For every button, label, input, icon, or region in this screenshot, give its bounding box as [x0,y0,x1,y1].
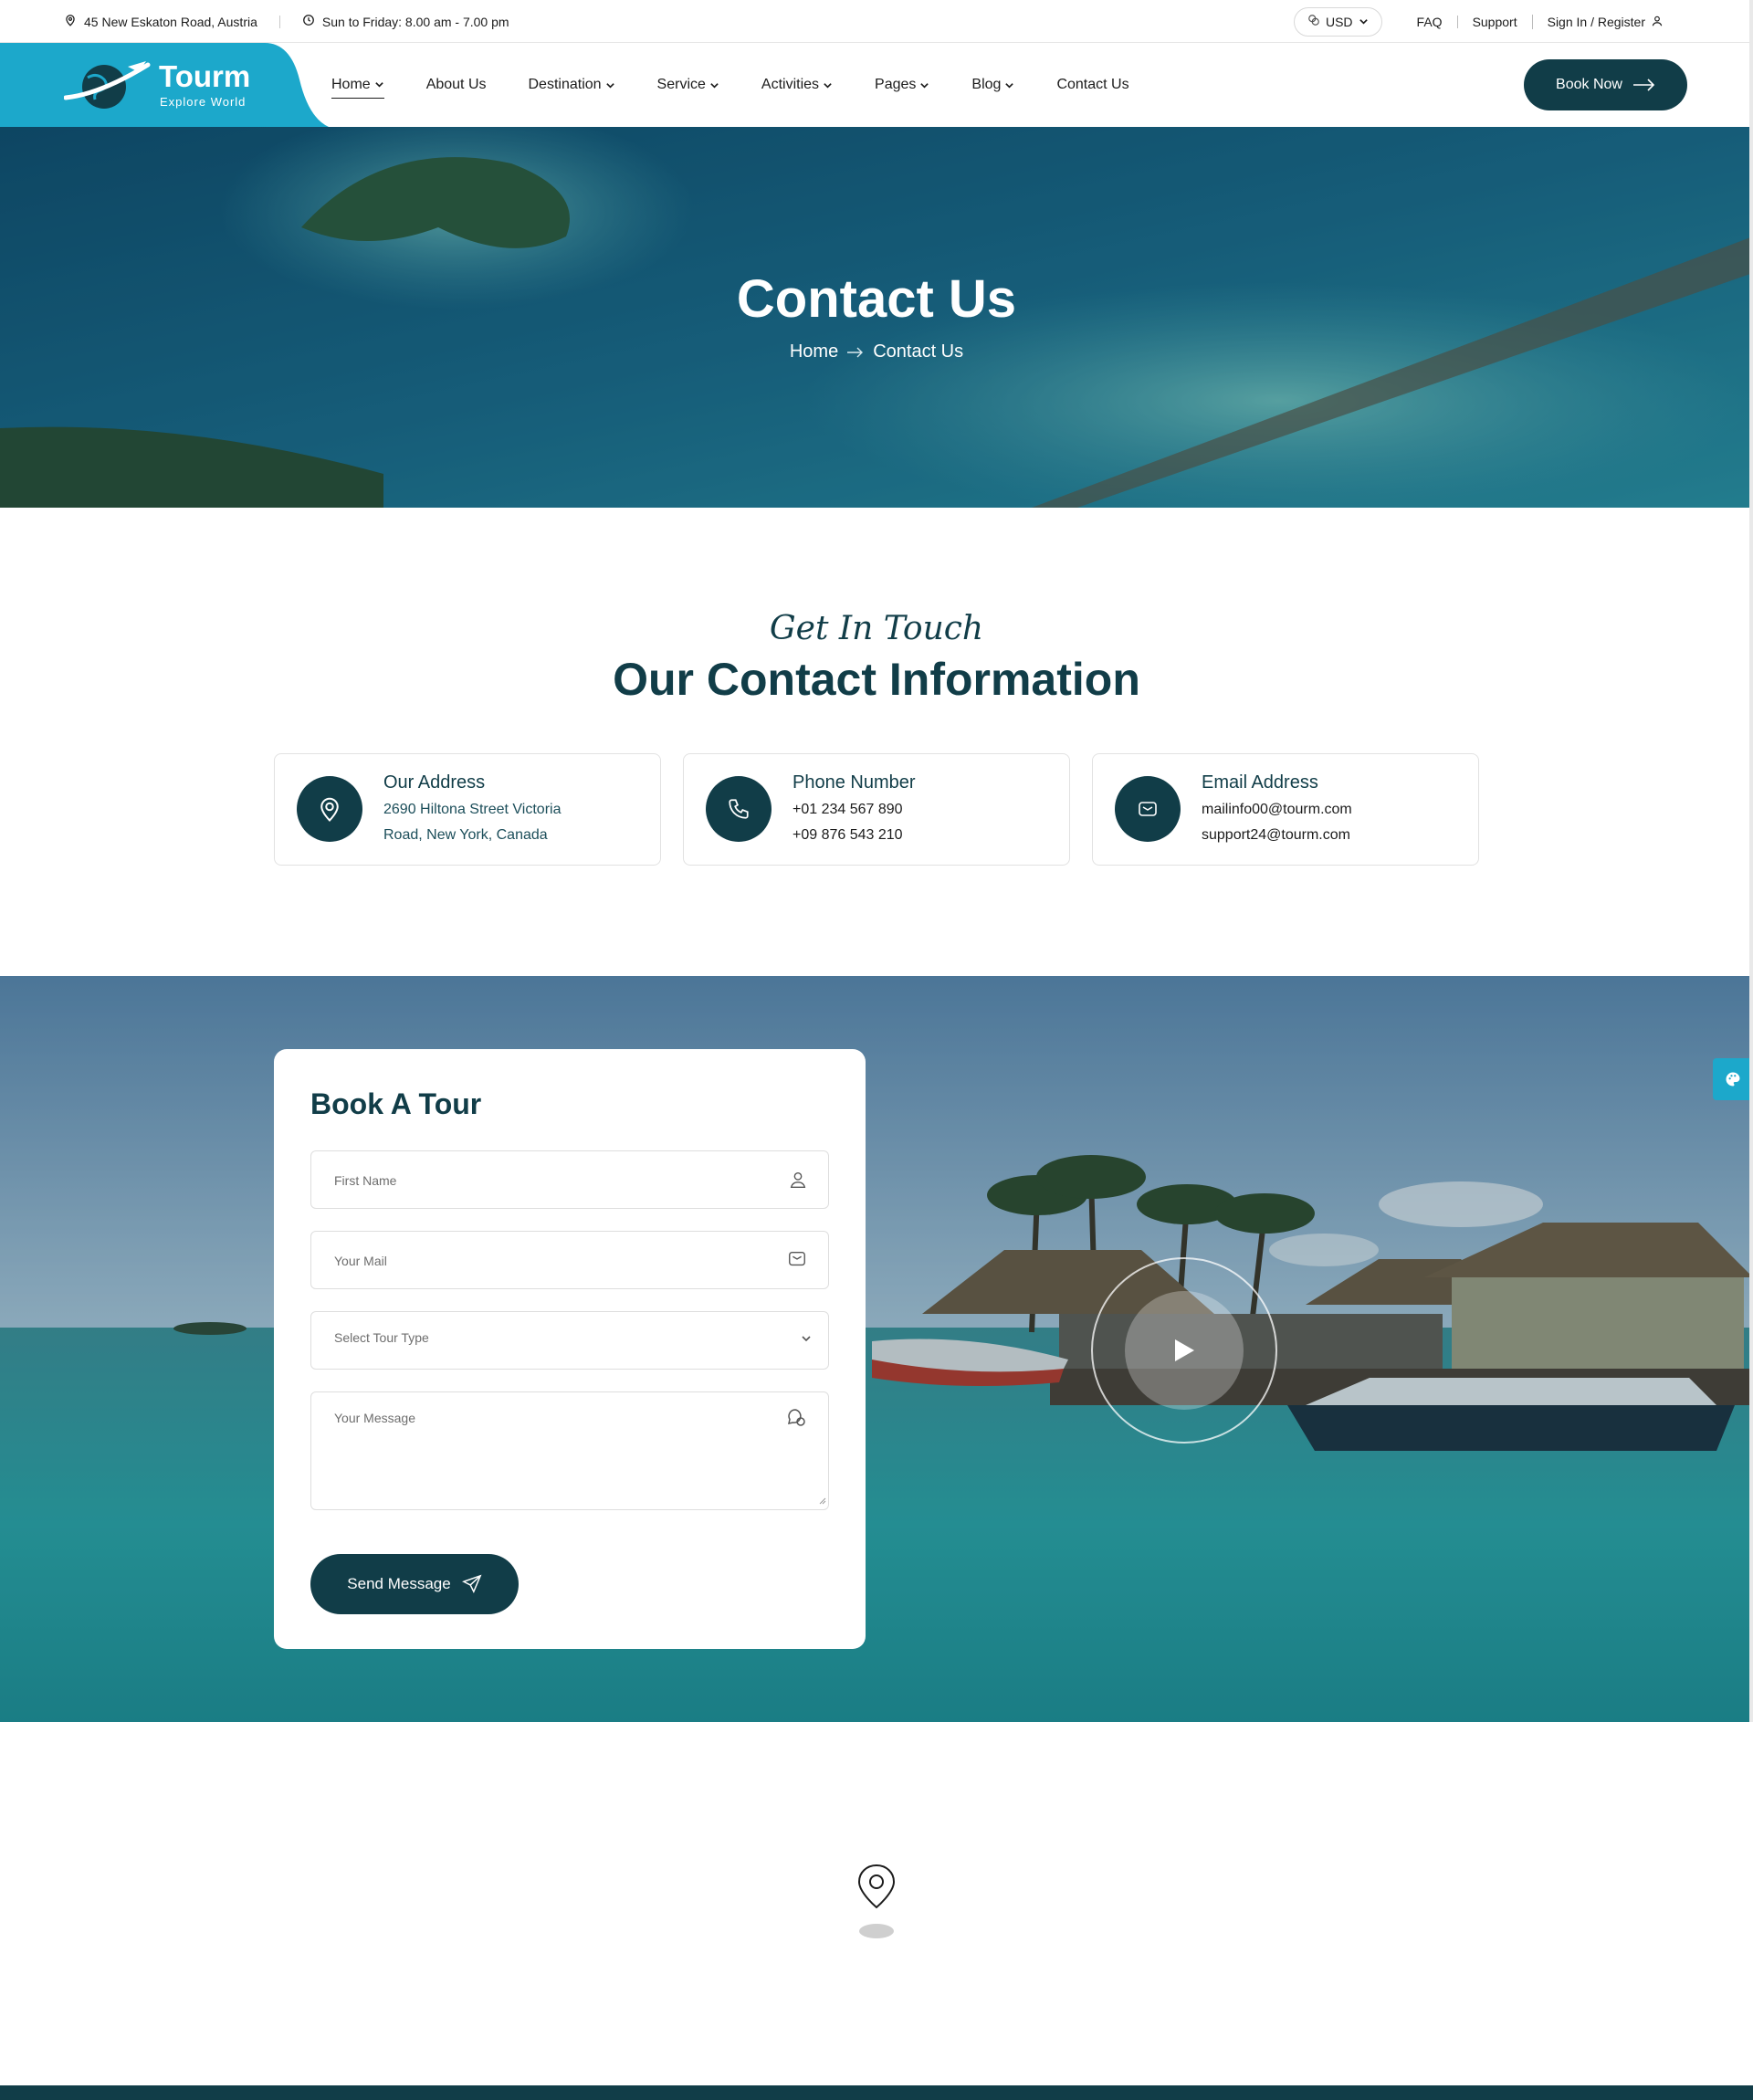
nav-label: Destination [528,77,602,92]
nav-item-blog[interactable]: Blog [971,71,1014,99]
user-icon [1651,15,1664,29]
globe-plane-icon [64,61,151,109]
arrow-right-icon [847,347,864,357]
brand-name: Tourm [159,59,251,93]
nav-label: Contact Us [1056,77,1129,92]
main-header: Tourm Explore World Home About Us Destin… [0,43,1753,127]
brand-tagline: Explore World [160,95,247,109]
nav-label: Pages [875,77,917,92]
support-link[interactable]: Support [1456,15,1532,28]
faq-link[interactable]: FAQ [1402,16,1457,28]
hero-banner: Contact Us Home Contact Us [0,127,1753,508]
paper-plane-icon [461,1574,482,1594]
tour-type-select[interactable]: Select Tour Type [310,1311,829,1370]
nav-label: Activities [761,77,820,92]
palette-icon [1726,1072,1740,1087]
nav-item-pages[interactable]: Pages [875,71,929,99]
email-link[interactable]: mailinfo00@tourm.com [1202,802,1352,818]
page-scrollbar-track[interactable] [1749,0,1753,1722]
clock-icon [302,14,315,29]
tour-type-placeholder: Select Tour Type [334,1330,429,1345]
topbar-hours: Sun to Friday: 8.00 am - 7.00 pm [321,14,509,29]
arrow-right-icon [1632,79,1655,91]
nav-item-activities[interactable]: Activities [761,71,833,99]
breadcrumb-home[interactable]: Home [790,341,838,362]
location-pin-icon [297,776,362,842]
chevron-down-icon [374,82,383,88]
send-message-button[interactable]: Send Message [310,1554,519,1614]
page-title: Contact Us [736,269,1017,329]
address-card: Our Address 2690 Hiltona Street Victoria… [274,753,661,866]
first-name-placeholder: First Name [334,1173,397,1188]
breadcrumb-current: Contact Us [873,341,964,362]
email-link[interactable]: support24@tourm.com [1202,827,1350,844]
divider [278,15,280,28]
signin-link[interactable]: Sign In / Register [1531,14,1678,29]
booking-section: Book A Tour First Name Your Mail Select … [0,976,1753,1722]
card-title: Email Address [1202,772,1318,793]
email-card: Email Address mailinfo00@tourm.com suppo… [1092,753,1479,866]
play-video-button[interactable] [1125,1291,1244,1410]
envelope-icon [1115,776,1181,842]
footer-top-edge [0,2085,1753,2100]
main-nav: Home About Us Destination Service Activi… [331,43,1171,127]
chevron-down-icon [824,82,832,89]
top-bar: 45 New Eskaton Road, Austria Sun to Frid… [0,0,1753,43]
breadcrumb: Home Contact Us [0,341,1753,362]
currency-label: USD [1325,14,1353,29]
brand-logo[interactable]: Tourm Explore World [64,58,256,112]
resize-handle-icon[interactable] [819,1493,826,1507]
nav-item-home[interactable]: Home [331,71,384,99]
nav-label: Home [331,76,371,92]
topbar-address: 45 New Eskaton Road, Austria [84,14,257,29]
message-placeholder: Your Message [334,1411,415,1425]
form-title: Book A Tour [310,1087,482,1120]
nav-label: Service [656,77,706,92]
chevron-down-icon [1359,15,1369,29]
nav-item-destination[interactable]: Destination [529,71,615,99]
map-loading-pin-icon [856,1864,897,1945]
phone-card: Phone Number +01 234 567 890 +09 876 543… [683,753,1070,866]
phone-icon [706,776,772,842]
user-icon [788,1169,808,1193]
nav-label: Blog [971,77,1002,92]
send-message-label: Send Message [347,1575,451,1592]
chevron-down-icon [710,82,719,89]
nav-item-service[interactable]: Service [657,71,719,99]
play-icon [1175,1339,1194,1361]
card-line: 2690 Hiltona Street Victoria [383,802,562,817]
currency-selector[interactable]: USD [1293,6,1382,37]
message-textarea[interactable]: Your Message [310,1391,829,1510]
palette-toggle-button[interactable] [1713,1058,1753,1100]
chevron-down-icon [920,82,929,89]
phone-link[interactable]: +01 234 567 890 [793,802,903,818]
mail-placeholder: Your Mail [334,1254,387,1268]
phone-link[interactable]: +09 876 543 210 [793,827,903,844]
chat-bubble-icon [786,1407,808,1432]
resort-background-image [0,976,1753,1722]
nav-label: About Us [425,77,487,92]
book-now-label: Book Now [1556,77,1622,92]
chevron-down-icon [801,1332,812,1347]
card-title: Our Address [383,772,486,793]
book-now-button[interactable]: Book Now [1524,59,1687,110]
nav-item-contact[interactable]: Contact Us [1056,71,1128,99]
section-title: Our Contact Information [613,654,1140,705]
location-icon [64,14,77,29]
first-name-field[interactable]: First Name [310,1150,829,1209]
section-eyebrow: Get In Touch [769,610,984,647]
booking-form: Book A Tour First Name Your Mail Select … [274,1049,866,1649]
chevron-down-icon [1005,82,1014,89]
nav-item-about[interactable]: About Us [426,71,487,99]
envelope-icon [786,1249,808,1272]
signin-label: Sign In / Register [1547,14,1645,29]
card-title: Phone Number [793,772,916,793]
money-icon [1307,14,1320,29]
card-line: Road, New York, Canada [383,827,548,843]
chevron-down-icon [605,82,614,89]
email-field[interactable]: Your Mail [310,1231,829,1289]
